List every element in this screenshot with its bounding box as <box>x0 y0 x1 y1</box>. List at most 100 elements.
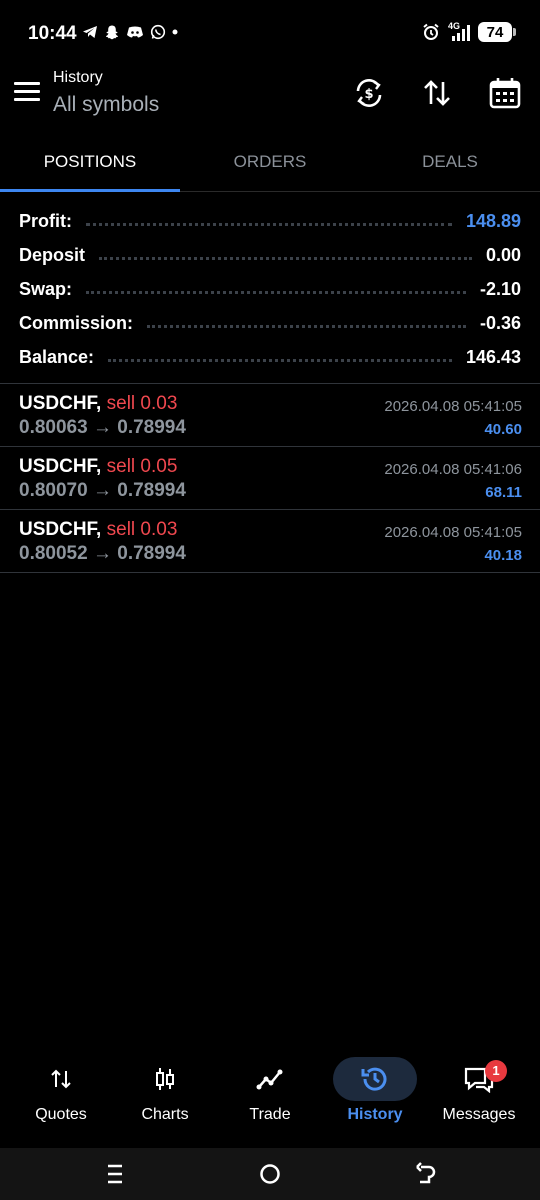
price-arrow: → <box>92 417 112 438</box>
position-symbol: USDCHF, <box>19 393 102 414</box>
position-prices: 0.80063 → 0.78994 <box>19 417 186 439</box>
summary-label: Deposit <box>19 244 86 265</box>
symbol-filter[interactable]: All symbols <box>53 93 159 117</box>
position-symbol-line: USDCHF, sell 0.03 <box>19 519 177 541</box>
svg-text:$: $ <box>364 87 373 102</box>
alarm-icon <box>423 23 439 40</box>
position-row[interactable]: USDCHF, sell 0.03 0.80052 → 0.78994 2026… <box>0 510 540 573</box>
tab-orders[interactable]: ORDERS <box>180 140 360 192</box>
dot-leader <box>147 324 466 328</box>
battery-indicator: 74 <box>478 22 516 42</box>
status-time: 10:44 <box>28 23 77 44</box>
nav-label: History <box>347 1106 403 1123</box>
home-icon <box>260 1164 280 1184</box>
nav-label: Quotes <box>35 1106 87 1123</box>
snapchat-icon <box>106 25 118 40</box>
close-price: 0.78994 <box>117 543 186 564</box>
position-symbol-line: USDCHF, sell 0.03 <box>19 393 177 415</box>
signal-icon <box>452 25 470 41</box>
position-prices: 0.80070 → 0.78994 <box>19 480 186 502</box>
currency-exchange-icon: $ <box>356 79 382 107</box>
summary-label: Balance: <box>19 346 95 367</box>
nav-history[interactable]: History <box>321 1052 429 1138</box>
nav-messages[interactable]: 1 Messages <box>425 1052 533 1138</box>
nav-label: Charts <box>141 1106 189 1123</box>
summary-row-deposit: Deposit 0.00 <box>0 238 540 272</box>
trade-icon <box>243 1057 297 1101</box>
system-status-icons: 4G 74 <box>422 22 516 42</box>
calendar-button[interactable] <box>488 76 522 110</box>
unread-badge: 1 <box>485 1060 507 1082</box>
position-time: 2026.04.08 05:41:06 <box>384 461 522 478</box>
summary-value: 0.00 <box>485 244 521 265</box>
nav-charts[interactable]: Charts <box>111 1052 219 1138</box>
summary-value: -2.10 <box>479 278 521 299</box>
app-header: History All symbols $ <box>0 62 540 132</box>
position-profit: 68.11 <box>485 484 522 501</box>
tab-positions[interactable]: POSITIONS <box>0 140 180 192</box>
summary-label: Profit: <box>19 210 72 231</box>
summary-value: 146.43 <box>465 346 521 367</box>
back-icon <box>416 1162 436 1184</box>
position-row[interactable]: USDCHF, sell 0.03 0.80063 → 0.78994 2026… <box>0 384 540 447</box>
position-symbol-line: USDCHF, sell 0.05 <box>19 456 177 478</box>
menu-icon-line <box>14 82 40 85</box>
position-prices: 0.80052 → 0.78994 <box>19 543 186 565</box>
summary-value: 148.89 <box>465 210 521 231</box>
dot-leader <box>86 222 452 226</box>
home-button[interactable] <box>255 1160 285 1188</box>
status-bar: 10:44 4G 74 <box>0 0 540 70</box>
discord-icon <box>127 26 143 38</box>
summary-row-balance: Balance: 146.43 <box>0 340 540 374</box>
dot-leader <box>86 290 466 294</box>
nav-label: Messages <box>442 1106 516 1123</box>
position-type: sell 0.05 <box>106 456 178 477</box>
position-time: 2026.04.08 05:41:05 <box>384 398 522 415</box>
menu-button[interactable] <box>14 82 40 102</box>
back-button[interactable] <box>410 1160 440 1188</box>
whatsapp-icon <box>150 24 166 40</box>
sort-icon <box>424 80 450 106</box>
nav-quotes[interactable]: Quotes <box>7 1052 115 1138</box>
dot-leader <box>108 358 452 362</box>
position-type: sell 0.03 <box>106 519 178 540</box>
position-row[interactable]: USDCHF, sell 0.05 0.80070 → 0.78994 2026… <box>0 447 540 510</box>
summary-label: Commission: <box>19 312 134 333</box>
account-summary: Profit: 148.89 Deposit 0.00 Swap: -2.10 … <box>0 204 540 374</box>
menu-icon-line <box>14 90 40 93</box>
more-dot-icon <box>172 29 178 35</box>
summary-row-swap: Swap: -2.10 <box>0 272 540 306</box>
active-tab-indicator <box>0 189 180 192</box>
summary-label: Swap: <box>19 278 73 299</box>
dot-leader <box>99 256 472 260</box>
positions-list: USDCHF, sell 0.03 0.80063 → 0.78994 2026… <box>0 384 540 573</box>
position-time: 2026.04.08 05:41:05 <box>384 524 522 541</box>
page-title: History <box>53 69 103 86</box>
nav-trade[interactable]: Trade <box>216 1052 324 1138</box>
notification-icons <box>82 24 178 40</box>
position-symbol: USDCHF, <box>19 519 102 540</box>
system-navigation-bar <box>0 1148 540 1200</box>
price-arrow: → <box>92 480 112 501</box>
position-symbol: USDCHF, <box>19 456 102 477</box>
tab-deals[interactable]: DEALS <box>360 140 540 192</box>
summary-row-profit: Profit: 148.89 <box>0 204 540 238</box>
close-price: 0.78994 <box>117 417 186 438</box>
position-profit: 40.60 <box>484 421 522 438</box>
price-arrow: → <box>92 543 112 564</box>
open-price: 0.80063 <box>19 417 88 438</box>
recent-apps-icon <box>108 1164 122 1184</box>
open-price: 0.80070 <box>19 480 88 501</box>
position-profit: 40.18 <box>484 547 522 564</box>
position-type: sell 0.03 <box>106 393 178 414</box>
recent-apps-button[interactable] <box>100 1160 130 1188</box>
bottom-navigation: Quotes Charts Trade History 1 Messages <box>0 1052 540 1138</box>
telegram-icon <box>83 26 97 38</box>
nav-label: Trade <box>249 1106 291 1123</box>
sort-button[interactable] <box>420 76 454 110</box>
currency-exchange-button[interactable]: $ <box>352 76 386 110</box>
charts-icon <box>138 1057 192 1101</box>
calendar-icon <box>489 78 521 109</box>
summary-row-commission: Commission: -0.36 <box>0 306 540 340</box>
menu-icon-line <box>14 98 40 101</box>
